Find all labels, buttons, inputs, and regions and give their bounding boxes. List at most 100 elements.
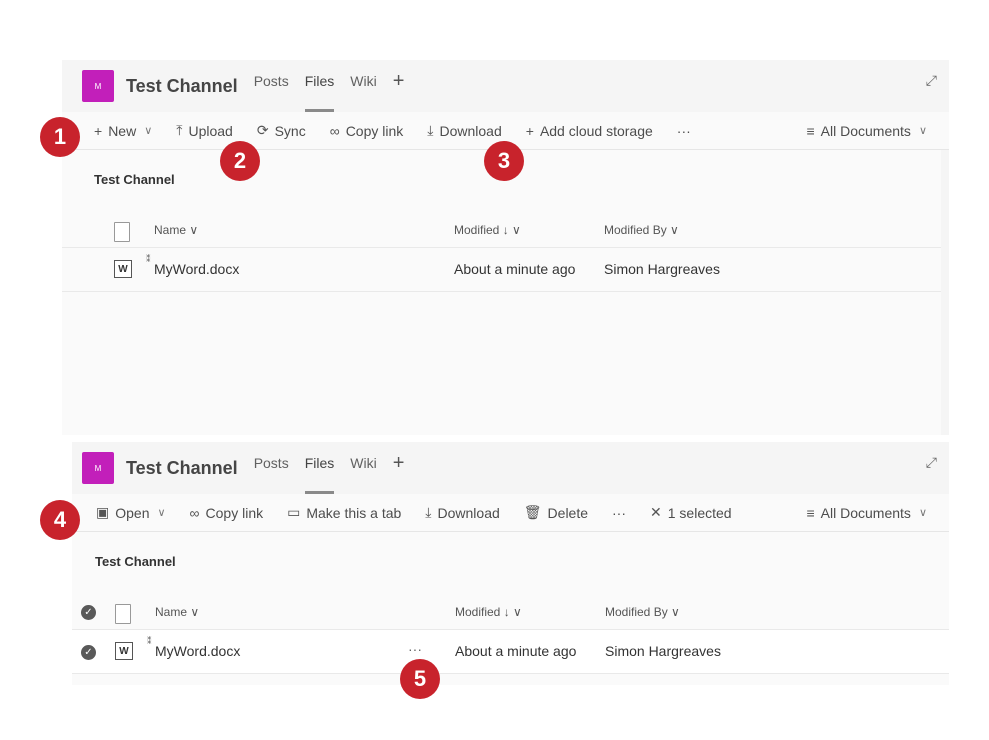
download-icon: ⤓	[427, 122, 434, 138]
list-view-icon: ≡	[806, 122, 815, 139]
download-label: Download	[439, 122, 502, 139]
column-modified[interactable]: Modified ↓ ∨	[454, 223, 521, 237]
select-all-checkbox[interactable]: ✓	[81, 605, 96, 620]
add-cloud-label: Add cloud storage	[539, 122, 653, 139]
files-panel-before-selection: M Test Channel Posts Files Wiki + ⤢ + Ne…	[62, 60, 949, 435]
delete-button[interactable]: 🗑 Delete	[524, 504, 588, 521]
column-name-label: Name	[155, 605, 188, 619]
library-title: Test Channel	[94, 172, 175, 187]
word-document-icon: W	[115, 642, 133, 660]
view-selector[interactable]: ≡ All Documents ∨	[807, 123, 928, 139]
modified-value: About a minute ago	[454, 261, 576, 277]
expand-icon[interactable]: ⤢	[926, 454, 937, 471]
more-options-button[interactable]: ···	[677, 123, 691, 139]
column-modified-by[interactable]: Modified By ∨	[604, 223, 679, 237]
expand-icon[interactable]: ⤢	[926, 72, 937, 89]
download-icon: ⤓	[425, 504, 432, 520]
chevron-down-icon: ∨	[918, 125, 927, 137]
tab-icon: ▭	[287, 504, 301, 520]
callout-badge-3: 3	[484, 141, 524, 181]
download-button[interactable]: ⤓ Download	[427, 122, 501, 139]
column-modified-by-label: Modified By	[605, 605, 668, 619]
channel-header: M Test Channel Posts Files Wiki + ⤢	[62, 60, 949, 112]
library-title: Test Channel	[95, 554, 176, 569]
column-modified-label: Modified	[454, 223, 500, 237]
new-button[interactable]: + New ∨	[94, 123, 152, 139]
close-icon: ✕	[650, 504, 662, 520]
link-icon: ∞	[329, 122, 340, 139]
download-button[interactable]: ⤓ Download	[425, 504, 499, 521]
new-file-indicator-icon: ⁑	[146, 254, 151, 264]
word-document-icon: W	[114, 260, 132, 278]
sync-icon: ⟳	[256, 122, 269, 138]
tab-posts[interactable]: Posts	[254, 60, 289, 112]
add-cloud-storage-button[interactable]: + Add cloud storage	[526, 123, 653, 139]
column-name[interactable]: Name ∨	[155, 605, 199, 619]
chevron-down-icon: ∨	[157, 507, 166, 519]
copy-link-button[interactable]: ∞ Copy link	[190, 505, 264, 521]
row-checkbox[interactable]: ✓	[81, 645, 96, 660]
channel-header: M Test Channel Posts Files Wiki + ⤢	[72, 442, 949, 494]
tab-files[interactable]: Files	[304, 60, 334, 112]
add-tab-icon[interactable]: +	[393, 60, 405, 112]
file-name[interactable]: MyWord.docx	[155, 643, 240, 659]
clear-selection-button[interactable]: ✕ 1 selected	[650, 504, 732, 521]
column-name-label: Name	[154, 223, 187, 237]
tab-wiki[interactable]: Wiki	[350, 60, 376, 112]
make-tab-label: Make this a tab	[306, 504, 402, 521]
callout-badge-5: 5	[400, 659, 440, 699]
add-tab-icon[interactable]: +	[393, 442, 405, 494]
column-modified[interactable]: Modified ↓ ∨	[455, 605, 522, 619]
list-view-icon: ≡	[806, 504, 815, 521]
tab-wiki[interactable]: Wiki	[350, 442, 376, 494]
team-avatar: M	[82, 70, 114, 102]
files-panel-with-selection: M Test Channel Posts Files Wiki + ⤢ ▣ Op…	[72, 442, 949, 685]
callout-badge-1: 1	[40, 117, 80, 157]
row-more-options-button[interactable]: ···	[408, 641, 422, 657]
column-modified-label: Modified	[455, 605, 501, 619]
view-label: All Documents	[820, 504, 911, 521]
upload-button[interactable]: ⤒ Upload	[176, 122, 233, 139]
open-label: Open	[115, 504, 150, 521]
sync-button[interactable]: ⟳ Sync	[257, 122, 306, 139]
selected-count: 1 selected	[667, 504, 732, 521]
more-options-button[interactable]: ···	[612, 505, 626, 521]
file-type-icon	[115, 604, 131, 624]
channel-title: Test Channel	[126, 457, 238, 478]
copy-link-button[interactable]: ∞ Copy link	[330, 123, 404, 139]
view-selector[interactable]: ≡ All Documents ∨	[807, 505, 928, 521]
delete-label: Delete	[547, 504, 589, 521]
document-library: Test Channel Name ∨ Modified ↓ ∨ Modifie…	[62, 150, 941, 435]
trash-icon: 🗑	[523, 504, 542, 520]
table-row[interactable]: W ⁑ MyWord.docx About a minute ago Simon…	[62, 248, 941, 292]
column-modified-by-label: Modified By	[604, 223, 667, 237]
column-name[interactable]: Name ∨	[154, 223, 198, 237]
table-row-selected[interactable]: ✓ W ⁑ MyWord.docx ··· About a minute ago…	[72, 630, 949, 674]
plus-icon: +	[525, 122, 534, 139]
link-icon: ∞	[189, 504, 200, 521]
tab-posts[interactable]: Posts	[254, 442, 289, 494]
chevron-down-icon: ∨	[918, 507, 927, 519]
download-label: Download	[437, 504, 500, 521]
upload-icon: ⤒	[176, 122, 183, 138]
chevron-down-icon: ∨	[144, 125, 153, 137]
open-button[interactable]: ▣ Open ∨	[96, 504, 166, 521]
make-tab-button[interactable]: ▭ Make this a tab	[287, 504, 401, 521]
document-library: Test Channel ✓ Name ∨ Modified ↓ ∨ Modif…	[72, 532, 949, 685]
modified-value: About a minute ago	[455, 643, 577, 659]
plus-icon: +	[94, 122, 103, 139]
file-name[interactable]: MyWord.docx	[154, 261, 239, 277]
new-label: New	[108, 122, 137, 139]
selection-toolbar: ▣ Open ∨ ∞ Copy link ▭ Make this a tab ⤓…	[72, 494, 949, 532]
team-avatar: M	[82, 452, 114, 484]
modified-by-value: Simon Hargreaves	[604, 261, 720, 277]
callout-badge-4: 4	[40, 500, 80, 540]
copy-link-label: Copy link	[205, 504, 264, 521]
tab-files[interactable]: Files	[304, 442, 334, 494]
column-modified-by[interactable]: Modified By ∨	[605, 605, 680, 619]
word-icon: ▣	[96, 504, 110, 520]
modified-by-value: Simon Hargreaves	[605, 643, 721, 659]
channel-title: Test Channel	[126, 75, 238, 96]
file-type-icon	[114, 222, 130, 242]
callout-badge-2: 2	[220, 141, 260, 181]
